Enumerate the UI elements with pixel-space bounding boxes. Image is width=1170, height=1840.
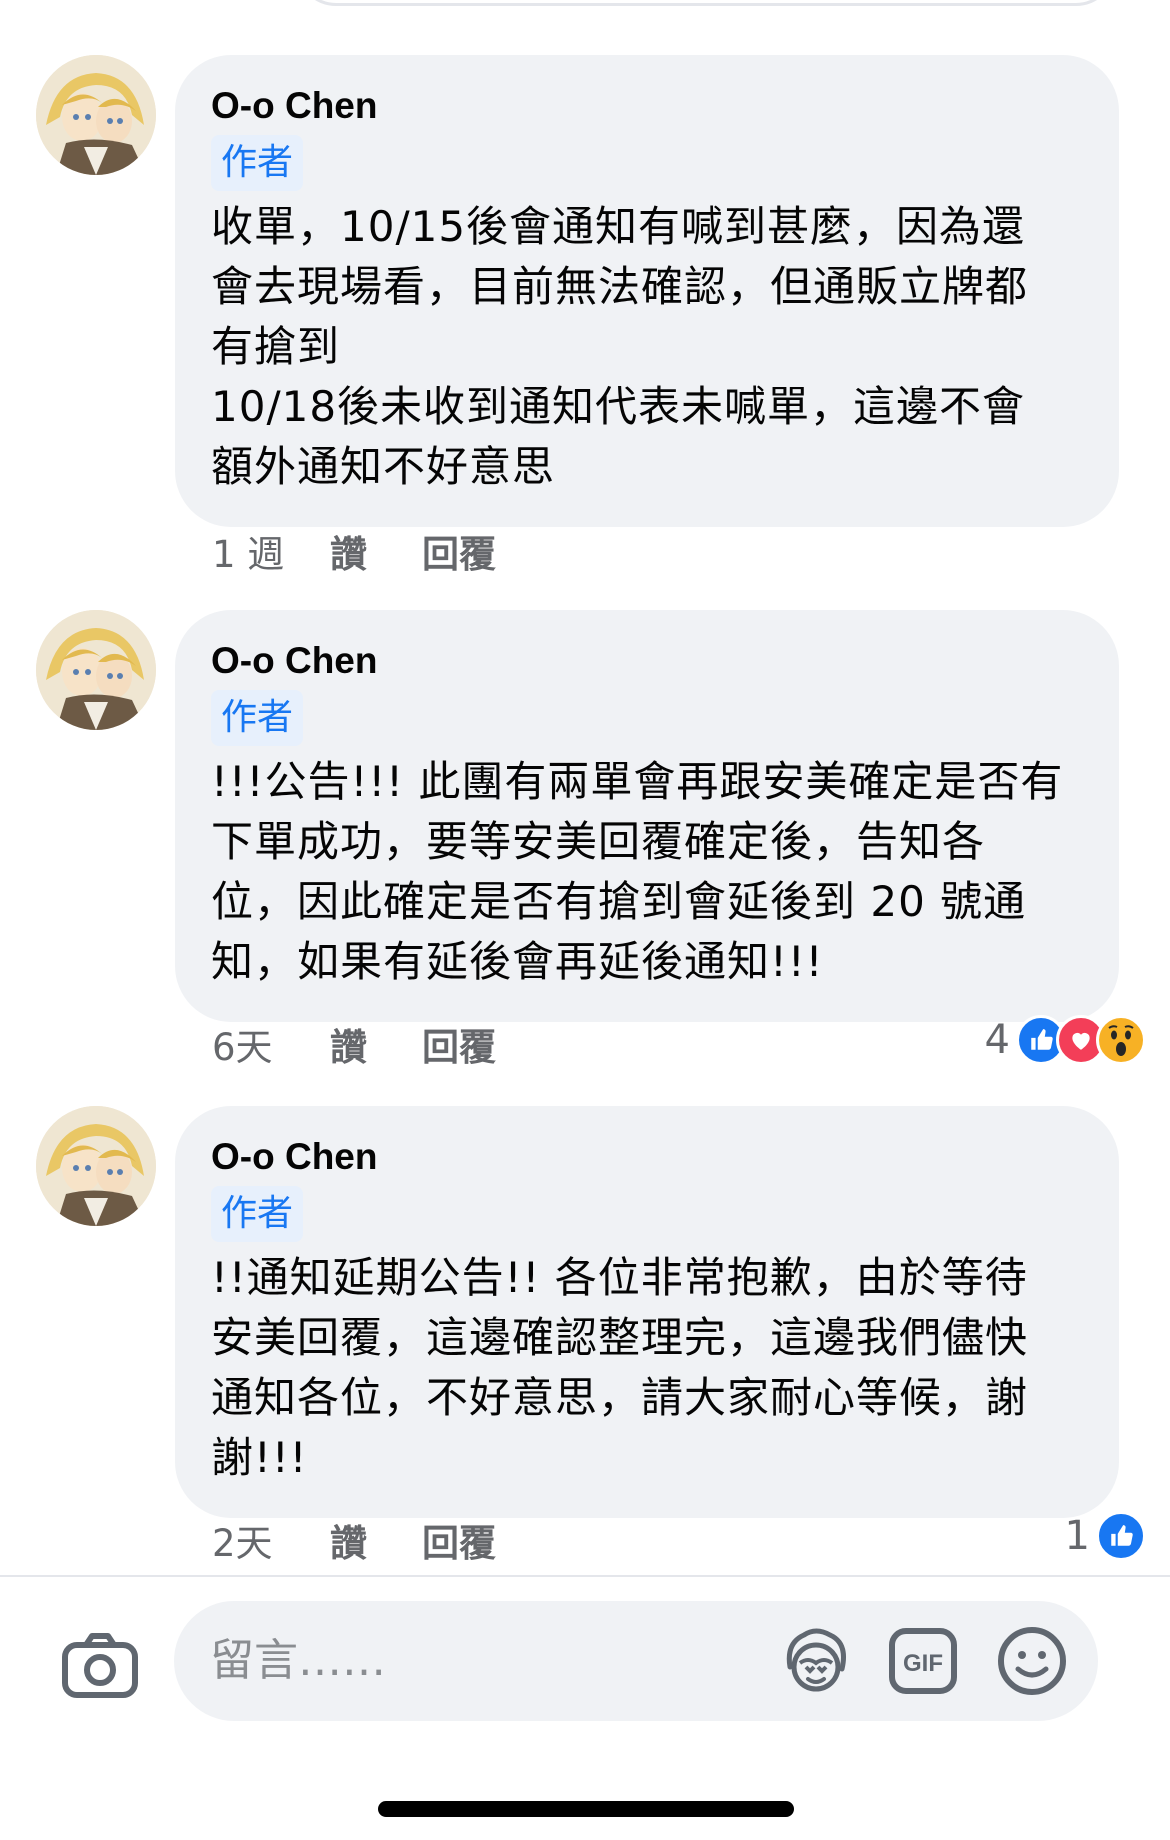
comment-input[interactable]: 留言…… GIF (174, 1601, 1098, 1721)
like-button[interactable]: 讚 (330, 524, 422, 578)
comment-actions: 2天 讚 回覆 (212, 1514, 496, 1566)
comment-text: 收單，10/15後會通知有喊到甚麼，因為還 會去現場看，目前無法確認，但通販立牌… (211, 202, 1029, 491)
reply-button[interactable]: 回覆 (422, 1513, 496, 1567)
comment-time[interactable]: 6天 (212, 1017, 330, 1071)
comment-time[interactable]: 2天 (212, 1513, 330, 1567)
comment-author[interactable]: O-o Chen (211, 81, 1083, 131)
reaction-summary[interactable]: 1 (1065, 1510, 1146, 1562)
author-badge: 作者 (211, 1186, 304, 1242)
svg-text:GIF: GIF (903, 1650, 943, 1677)
comment-time[interactable]: 1 週 (212, 524, 330, 578)
comment-bubble: O-o Chen 作者 !!!公告!!! 此團有兩單會再跟安美確定是否有 下單成… (175, 610, 1119, 1022)
reaction-count: 4 (984, 1017, 1010, 1063)
comment-text: !!!公告!!! 此團有兩單會再跟安美確定是否有 下單成功，要等安美回覆確定後，… (211, 757, 1064, 986)
comment-composer: 留言…… GIF (0, 1575, 1170, 1840)
avatar[interactable] (36, 55, 156, 175)
avatar[interactable] (36, 610, 156, 730)
comment-placeholder: 留言…… (210, 1635, 386, 1686)
like-button[interactable]: 讚 (330, 1513, 422, 1567)
like-reaction-icon (1096, 1511, 1146, 1561)
reply-button[interactable]: 回覆 (422, 1017, 496, 1071)
like-button[interactable]: 讚 (330, 1017, 422, 1071)
comment-bubble: O-o Chen 作者 收單，10/15後會通知有喊到甚麼，因為還 會去現場看，… (175, 55, 1119, 527)
avatar-sticker-icon[interactable] (778, 1623, 854, 1699)
comment-author[interactable]: O-o Chen (211, 1132, 1083, 1182)
reaction-summary[interactable]: 4 (985, 1014, 1146, 1066)
comment-actions: 6天 讚 回覆 (212, 1018, 496, 1070)
avatar[interactable] (36, 1106, 156, 1226)
wow-reaction-icon (1096, 1015, 1146, 1065)
comment-text: !!通知延期公告!! 各位非常抱歉，由於等待 安美回覆，這邊確認整理完，這邊我們… (211, 1253, 1029, 1482)
author-badge: 作者 (211, 135, 304, 191)
previous-comment-edge (296, 0, 1116, 6)
comment-actions: 1 週 讚 回覆 (212, 525, 496, 577)
reply-button[interactable]: 回覆 (422, 524, 496, 578)
gif-icon[interactable]: GIF (886, 1623, 962, 1699)
home-indicator (378, 1801, 794, 1817)
author-badge: 作者 (211, 690, 304, 746)
comment-bubble: O-o Chen 作者 !!通知延期公告!! 各位非常抱歉，由於等待 安美回覆，… (175, 1106, 1119, 1518)
emoji-icon[interactable] (994, 1623, 1070, 1699)
reaction-count: 1 (1064, 1513, 1090, 1559)
camera-icon[interactable] (60, 1627, 140, 1707)
comment-author[interactable]: O-o Chen (211, 636, 1083, 686)
